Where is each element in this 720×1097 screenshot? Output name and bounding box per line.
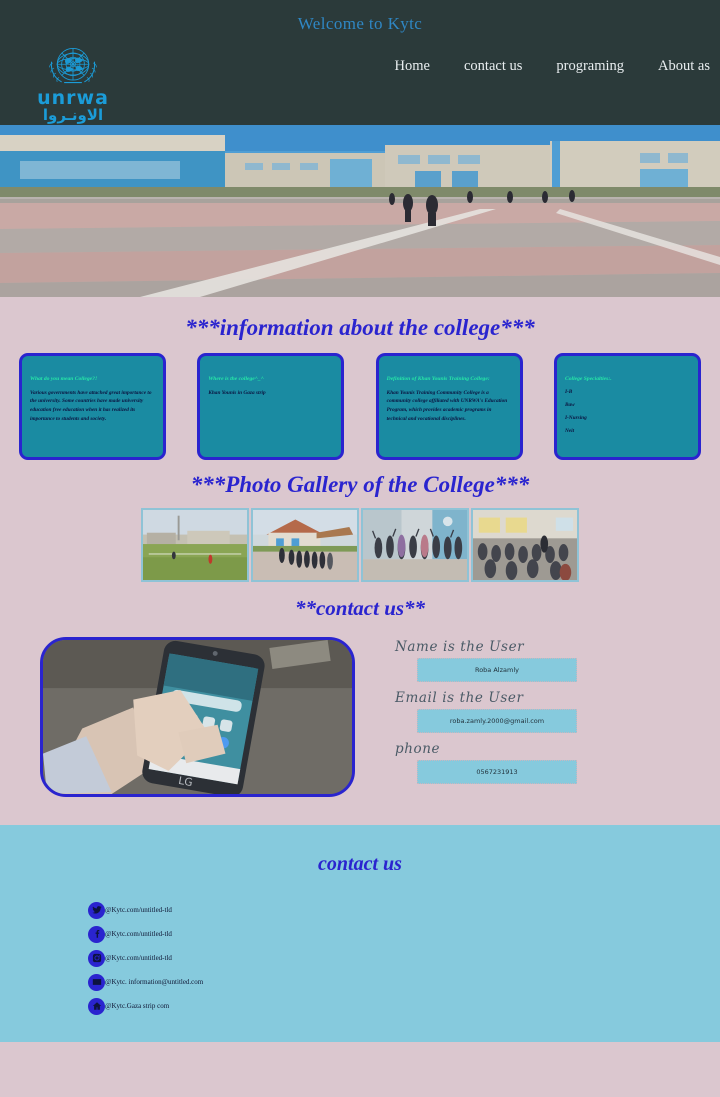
nav-item-home[interactable]: Home — [395, 58, 430, 75]
info-card-body: Various governments have attached great … — [30, 389, 152, 422]
footer-link-text[interactable]: @Kytc.Gaza strip com — [105, 1002, 169, 1010]
footer-link-row[interactable]: @Kytc. information@untitled.com — [88, 970, 720, 994]
college-entrance-group-photo — [253, 510, 357, 580]
contact-section-title: **contact us** — [294, 596, 426, 620]
phone-label: phone — [395, 741, 441, 757]
twitter-icon[interactable] — [88, 901, 105, 919]
students-celebrating-photo — [363, 510, 467, 580]
facebook-icon[interactable] — [88, 925, 105, 943]
footer-link-text[interactable]: @Kytc.com/untitled-tld — [105, 906, 172, 914]
home-icon[interactable] — [88, 997, 105, 1015]
college-field-photo — [143, 510, 247, 580]
footer-title: contact us — [318, 853, 402, 875]
nav-item-programing[interactable]: programing — [556, 58, 624, 75]
info-section-title: ***information about the college*** — [185, 315, 535, 340]
welcome-title: Welcome to Kytc — [297, 14, 423, 33]
logo-arabic-wordmark: الاونـروا — [42, 106, 104, 125]
footer-links: @Kytc.com/untitled-tld @Kytc.com/untitle… — [0, 898, 720, 1018]
unrwa-logo[interactable]: unrwa الاونـروا — [22, 44, 124, 124]
list-item: I-B — [564, 388, 573, 395]
gallery-photo[interactable] — [361, 508, 469, 582]
nav-item-contact-us[interactable]: contact us — [464, 58, 522, 75]
hero-campus-image — [0, 125, 720, 297]
name-input[interactable]: Roba Alzamly — [417, 658, 577, 682]
hand-holding-lg-phone-illustration: LG — [43, 640, 352, 794]
info-card-body: Khan Younis in Gaza strip — [208, 389, 266, 396]
list-item: Baw — [564, 401, 575, 408]
info-card[interactable]: College Specialties:. I-B Baw I-Nursing … — [553, 353, 701, 460]
footer-link-row[interactable]: @Kytc.com/untitled-tld — [88, 922, 720, 946]
footer-link-text[interactable]: @Kytc.com/untitled-tld — [105, 930, 172, 938]
nav-item-about-as[interactable]: About as — [658, 58, 710, 75]
envelope-icon[interactable] — [88, 973, 105, 991]
gallery-photo[interactable] — [141, 508, 249, 582]
instagram-icon[interactable] — [88, 949, 105, 967]
footer-link-row[interactable]: @Kytc.com/untitled-tld — [88, 946, 720, 970]
phone-photo: LG — [40, 637, 355, 797]
info-card[interactable]: Where is the college^_^ Khan Younis in G… — [197, 353, 345, 460]
name-label: Name is the User — [395, 639, 525, 655]
campus-illustration — [0, 125, 720, 297]
svg-text:LG: LG — [177, 774, 193, 789]
classroom-hall-photo — [473, 510, 577, 580]
list-item: Neit — [564, 427, 575, 434]
footer-link-text[interactable]: @Kytc. information@untitled.com — [105, 978, 203, 986]
gallery-photo[interactable] — [471, 508, 579, 582]
footer-link-row[interactable]: @Kytc.com/untitled-tld — [88, 898, 720, 922]
site-footer: contact us @Kytc.com/untitled-tld @Kytc.… — [0, 825, 720, 1042]
email-input[interactable]: roba.zamly.2000@gmail.com — [417, 709, 577, 733]
site-header: Welcome to Kytc unrwa الاونـروا Home con… — [0, 0, 720, 125]
gallery-section-title: ***Photo Gallery of the College*** — [190, 472, 530, 497]
photo-gallery — [0, 504, 720, 582]
phone-input[interactable]: 0567231913 — [417, 760, 577, 784]
gallery-photo[interactable] — [251, 508, 359, 582]
contact-section: LG Name is the User Roba Alzamly Email i… — [0, 625, 720, 825]
info-card[interactable]: What do you mean College?! Various gover… — [19, 353, 166, 460]
info-card[interactable]: Definition of Khan Younis Training Colle… — [375, 353, 523, 460]
list-item: I-Nursing — [564, 414, 587, 421]
footer-link-text[interactable]: @Kytc.com/untitled-tld — [105, 954, 172, 962]
info-cards: What do you mean College?! Various gover… — [0, 347, 720, 460]
un-emblem-icon — [49, 48, 97, 84]
contact-form: Name is the User Roba Alzamly Email is t… — [395, 637, 645, 825]
main-navigation[interactable]: Home contact us programing About as — [395, 58, 720, 75]
email-label: Email is the User — [395, 690, 524, 706]
info-card-title: What do you mean College?! — [30, 376, 98, 382]
footer-link-row[interactable]: @Kytc.Gaza strip com — [88, 994, 720, 1018]
info-card-title: Where is the college^_^ — [208, 376, 264, 382]
info-card-title: Definition of Khan Younis Training Colle… — [386, 376, 490, 382]
info-card-body: Khan Younis Training Community College i… — [386, 389, 508, 422]
info-card-title: College Specialties:. — [564, 376, 612, 382]
college-specialties-list: I-B Baw I-Nursing Neit — [565, 389, 691, 434]
